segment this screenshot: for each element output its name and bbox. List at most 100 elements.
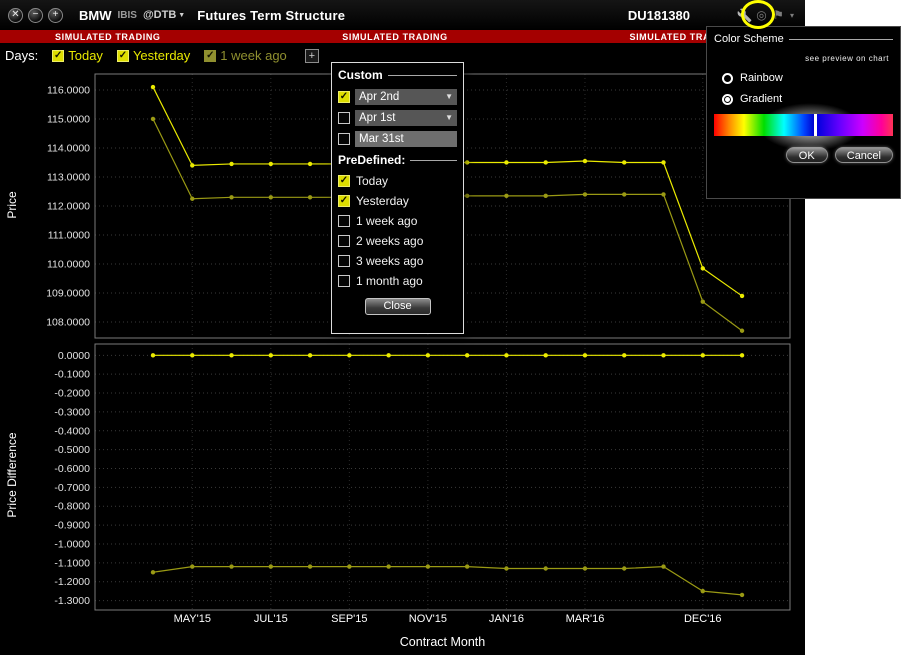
custom-date-row-apr-1st[interactable]: Apr 1st ▼ [338,107,457,128]
chevron-down-icon: ▼ [178,12,185,19]
checkbox-icon [338,255,350,267]
data-point [544,160,548,164]
y-tick-label: 115.0000 [47,113,90,125]
color-scheme-popup: Color Scheme see preview on chart Rainbo… [706,26,901,199]
data-point [151,117,155,121]
data-point [504,566,508,570]
wrench-icon[interactable] [736,7,753,24]
close-button[interactable]: ✕ [8,8,23,23]
y-tick-label: -0.4000 [54,425,90,437]
data-point [504,194,508,198]
data-point [701,266,705,270]
popup-title: Color Scheme [714,33,784,45]
predefined-label: 3 weeks ago [356,254,423,268]
predefined-checkbox-2-weeks-ago[interactable]: 2 weeks ago [338,231,457,251]
custom-date-row-mar-31st[interactable]: Mar 31st [338,128,457,149]
data-point [347,564,351,568]
day-checkbox-yesterday[interactable]: Yesterday [117,48,190,63]
data-point [583,353,587,357]
data-point [740,329,744,333]
radio-label: Gradient [740,93,782,105]
account-id: DU181380 [628,8,690,23]
data-point [661,192,665,196]
data-point [269,195,273,199]
radio-label: Rainbow [740,72,783,84]
date-dropdown[interactable]: Apr 2nd ▼ [355,89,457,105]
pin-icon[interactable]: ⚑ [770,7,787,24]
venue-selector[interactable]: @DTB ▼ [143,9,185,21]
custom-days-popup: Custom Apr 2nd ▼ Apr 1st ▼ Mar 31st PreD… [331,62,464,334]
day-label: Yesterday [133,48,190,63]
close-button[interactable]: Close [365,298,431,315]
data-point [229,195,233,199]
radio-rainbow[interactable]: Rainbow [722,72,893,84]
data-point [190,564,194,568]
gradient-segment-left[interactable] [714,114,814,136]
gradient-preview-bar[interactable] [714,114,893,136]
window-controls: ✕ − + [8,8,63,23]
day-checkbox-1-week-ago[interactable]: 1 week ago [204,48,287,63]
minimize-button[interactable]: − [28,8,43,23]
popup-title: Custom [338,68,383,82]
date-label: Apr 1st [359,112,395,124]
data-point [308,195,312,199]
checkbox-icon[interactable] [338,112,350,124]
day-checkbox-today[interactable]: Today [52,48,103,63]
data-point [465,160,469,164]
y-tick-label: -1.1000 [54,557,90,569]
date-dropdown[interactable]: Mar 31st [355,131,457,147]
predefined-checkbox-3-weeks-ago[interactable]: 3 weeks ago [338,251,457,271]
checkbox-icon [52,50,64,62]
banner-text: SIMULATED TRADING [55,32,161,42]
predefined-checkbox-today[interactable]: Today [338,171,457,191]
checkbox-icon[interactable] [338,91,350,103]
y-tick-label: 108.0000 [46,317,90,329]
predefined-label: 1 month ago [356,274,423,288]
data-point [465,353,469,357]
y-tick-label: -0.6000 [54,463,90,475]
y-tick-label: 112.0000 [47,201,90,213]
custom-date-row-apr-2nd[interactable]: Apr 2nd ▼ [338,86,457,107]
y-tick-label: -0.8000 [54,501,90,513]
day-label: 1 week ago [220,48,287,63]
camera-icon[interactable]: ◎ [753,7,770,24]
predefined-checkbox-yesterday[interactable]: Yesterday [338,191,457,211]
data-point [269,162,273,166]
checkbox-icon [117,50,129,62]
date-dropdown[interactable]: Apr 1st ▼ [355,110,457,126]
gradient-segment-right[interactable] [817,114,893,136]
chevron-down-icon[interactable]: ▾ [787,7,797,24]
data-point [622,160,626,164]
price-difference-chart[interactable]: 0.0000-0.1000-0.2000-0.3000-0.4000-0.500… [0,342,805,612]
data-point [622,192,626,196]
divider [410,160,457,161]
x-tick-label: DEC'16 [668,613,738,625]
data-point [661,564,665,568]
y-tick-label: 113.0000 [47,171,90,183]
checkbox-icon [338,195,350,207]
checkbox-icon [204,50,216,62]
predefined-label: 1 week ago [356,214,417,228]
data-point [386,353,390,357]
checkbox-icon [338,275,350,287]
data-point [426,353,430,357]
data-feed-label: IBIS [118,10,137,21]
day-label: Today [68,48,103,63]
y-tick-label: -0.9000 [54,520,90,532]
checkbox-icon [338,235,350,247]
data-point [583,159,587,163]
radio-gradient[interactable]: Gradient [722,93,893,105]
y-tick-label: -0.7000 [54,482,90,494]
data-point [386,564,390,568]
checkbox-icon[interactable] [338,133,350,145]
data-point [190,197,194,201]
predefined-checkbox-1-week-ago[interactable]: 1 week ago [338,211,457,231]
data-point [701,589,705,593]
data-point [740,353,744,357]
data-point [544,353,548,357]
venue-label: @DTB [143,9,176,21]
checkbox-icon [338,215,350,227]
predefined-checkbox-1-month-ago[interactable]: 1 month ago [338,271,457,291]
maximize-button[interactable]: + [48,8,63,23]
add-day-button[interactable]: + [305,49,319,63]
